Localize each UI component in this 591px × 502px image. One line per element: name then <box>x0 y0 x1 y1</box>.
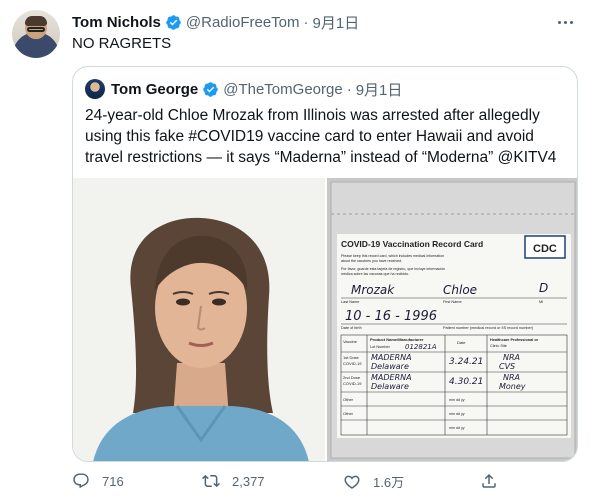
svg-text:Vaccine: Vaccine <box>343 339 358 344</box>
author-name[interactable]: Tom Nichols <box>72 14 161 31</box>
quoted-tweet-text: 24-year-old Chloe Mrozak from Illinois w… <box>85 107 557 166</box>
svg-text:Last Name: Last Name <box>341 300 359 304</box>
svg-text:Other: Other <box>343 397 354 402</box>
hw-lot-1: Delaware <box>371 362 409 371</box>
hw-first-name: Chloe <box>443 283 477 297</box>
svg-text:mm dd yy: mm dd yy <box>449 412 465 416</box>
svg-text:2nd Dose: 2nd Dose <box>343 375 361 380</box>
like-button[interactable]: 1.6万 <box>343 472 404 491</box>
hw-date-1: 3.24.21 <box>449 357 483 367</box>
share-button[interactable] <box>480 472 498 490</box>
separator-dot: · <box>346 80 352 98</box>
svg-text:First Name: First Name <box>443 300 462 304</box>
tweet-actions: 716 2,377 1.6万 <box>72 472 502 496</box>
reply-count: 716 <box>102 473 124 489</box>
quoted-author-name: Tom George <box>111 80 199 98</box>
svg-text:1st Dose: 1st Dose <box>343 355 360 360</box>
quoted-author-handle: @TheTomGeorge <box>223 80 343 98</box>
reply-button[interactable]: 716 <box>72 472 124 490</box>
svg-text:Date of birth: Date of birth <box>341 326 362 330</box>
tweet[interactable]: Tom Nichols @RadioFreeTom · 9月1日 NO RAGR… <box>0 0 591 502</box>
tweet-timestamp[interactable]: 9月1日 <box>313 12 360 33</box>
tweet-header: Tom Nichols @RadioFreeTom · 9月1日 <box>72 12 359 32</box>
hw-product-2: MADERNA <box>371 373 412 382</box>
quoted-tweet-header: Tom George @TheTomGeorge · 9月1日 <box>85 79 402 99</box>
card-title: COVID-19 Vaccination Record Card <box>341 239 483 249</box>
more-options-icon[interactable] <box>555 12 575 32</box>
svg-text:COVID-19: COVID-19 <box>343 381 362 386</box>
svg-text:CVS: CVS <box>499 362 515 371</box>
verified-badge-icon <box>202 81 219 98</box>
svg-text:NRA: NRA <box>503 353 520 362</box>
svg-text:Please keep this record card,: Please keep this record card, which incl… <box>341 254 444 258</box>
hw-product-1: MADERNA <box>371 353 412 362</box>
svg-text:Money: Money <box>499 382 526 391</box>
svg-text:mm dd yy: mm dd yy <box>449 398 465 402</box>
quoted-tweet-media: COVID-19 Vaccination Record Card CDC Ple… <box>73 178 577 461</box>
author-avatar[interactable] <box>12 10 60 58</box>
svg-text:médica sobre las vacunas que h: médica sobre las vacunas que ha recibido… <box>341 272 409 276</box>
separator-dot: · <box>303 13 309 31</box>
cdc-logo: CDC <box>533 243 557 255</box>
hw-mi: D <box>539 281 548 295</box>
svg-text:mm dd yy: mm dd yy <box>449 426 465 430</box>
svg-text:COVID-19: COVID-19 <box>343 361 362 366</box>
svg-text:Other: Other <box>343 411 354 416</box>
retweet-button[interactable]: 2,377 <box>202 472 265 490</box>
quoted-tweet[interactable]: Tom George @TheTomGeorge · 9月1日 24-year-… <box>72 66 578 462</box>
vaccine-card-photo[interactable]: COVID-19 Vaccination Record Card CDC Ple… <box>327 178 577 461</box>
retweet-icon <box>202 472 220 490</box>
svg-text:Por favor, guarde esta tarjeta: Por favor, guarde esta tarjeta de regist… <box>341 267 445 271</box>
retweet-count: 2,377 <box>232 473 265 489</box>
svg-text:Clinic Site: Clinic Site <box>490 344 507 348</box>
tweet-text: NO RAGRETS <box>72 35 172 52</box>
author-handle[interactable]: @RadioFreeTom <box>186 14 300 31</box>
heart-icon <box>343 473 361 491</box>
mugshot-photo[interactable] <box>73 178 325 461</box>
like-count: 1.6万 <box>373 475 405 490</box>
hw-lot-2: Delaware <box>371 382 409 391</box>
svg-text:Patient number (medical record: Patient number (medical record or IIS re… <box>443 326 534 330</box>
verified-badge-icon <box>165 14 182 31</box>
quoted-tweet-timestamp: 9月1日 <box>355 81 403 99</box>
svg-text:Date: Date <box>457 340 466 345</box>
svg-text:012821A: 012821A <box>405 343 437 351</box>
svg-text:NRA: NRA <box>503 373 520 382</box>
svg-text:Lot Number: Lot Number <box>370 345 391 349</box>
svg-text:MI: MI <box>539 300 543 304</box>
svg-text:Product Name/Manufacturer: Product Name/Manufacturer <box>370 337 424 342</box>
svg-text:about the vaccines you have re: about the vaccines you have received. <box>341 259 402 263</box>
hw-date-2: 4.30.21 <box>449 377 483 387</box>
hw-dob: 10 - 16 - 1996 <box>345 309 437 324</box>
reply-icon <box>72 472 90 490</box>
share-icon <box>480 472 498 490</box>
quoted-author-avatar <box>85 79 105 99</box>
svg-text:Healthcare Professional or: Healthcare Professional or <box>490 338 539 342</box>
hw-last-name: Mrozak <box>351 283 395 297</box>
